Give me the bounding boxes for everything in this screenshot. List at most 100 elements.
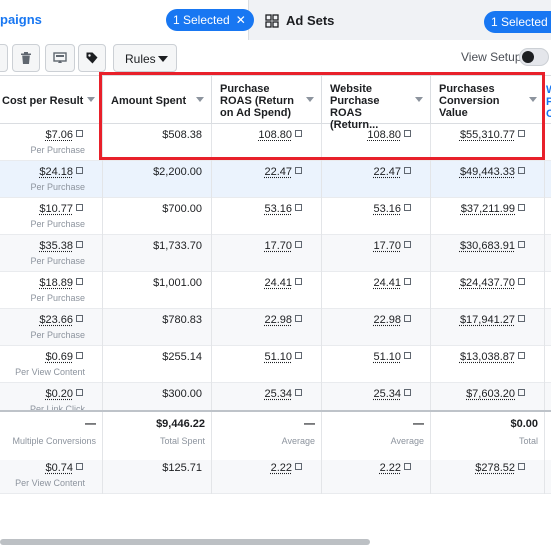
details-icon[interactable] — [518, 352, 525, 359]
cell-link-value[interactable]: $35.38 — [39, 240, 83, 252]
column-header-amount-spent[interactable]: Amount Spent — [103, 76, 212, 124]
table-row[interactable]: $18.89 Per Purchase $1,001.00 24.41 24.41 $24… — [0, 272, 551, 309]
table-row[interactable]: $10.77 Per Purchase $700.00 53.16 53.16 $37,2… — [0, 198, 551, 235]
cell-link-value[interactable]: 24.41 — [264, 277, 302, 289]
details-icon[interactable] — [404, 463, 411, 470]
table-row[interactable]: $23.66 Per Purchase $780.83 22.98 22.98 $17,9… — [0, 309, 551, 346]
details-icon[interactable] — [404, 204, 411, 211]
details-icon[interactable] — [518, 278, 525, 285]
table-row[interactable]: $24.18 Per Purchase $2,200.00 22.47 22.47 $49… — [0, 161, 551, 198]
column-header-cost-per-result[interactable]: Cost per Result — [0, 76, 103, 124]
cell-link-value[interactable]: $23.66 — [39, 314, 83, 326]
column-header-purchase-roas[interactable]: Purchase ROAS (Return on Ad Spend) — [212, 76, 322, 124]
details-icon[interactable] — [76, 204, 83, 211]
tab-adsets[interactable]: Ad Sets 1 Selected✕ — [255, 0, 551, 40]
details-icon[interactable] — [295, 130, 302, 137]
details-icon[interactable] — [295, 352, 302, 359]
details-icon[interactable] — [518, 241, 525, 248]
column-header-purchases-conversion-value[interactable]: Purchases Conversion Value — [431, 76, 545, 124]
preview-button[interactable] — [45, 44, 75, 72]
cell-link-value[interactable]: $30,683.91 — [460, 240, 525, 252]
details-icon[interactable] — [404, 389, 411, 396]
details-icon[interactable] — [518, 463, 525, 470]
cell-link-value[interactable]: $7,603.20 — [466, 388, 525, 400]
details-icon[interactable] — [404, 352, 411, 359]
details-icon[interactable] — [295, 204, 302, 211]
details-icon[interactable] — [518, 315, 525, 322]
details-icon[interactable] — [76, 241, 83, 248]
adsets-selected-pill[interactable]: 1 Selected✕ — [484, 11, 551, 33]
details-icon[interactable] — [295, 389, 302, 396]
cell-link-value[interactable]: $10.77 — [39, 203, 83, 215]
cell-link-value[interactable]: 17.70 — [373, 240, 411, 252]
details-icon[interactable] — [404, 167, 411, 174]
cell-link-value[interactable]: 22.98 — [373, 314, 411, 326]
details-icon[interactable] — [76, 278, 83, 285]
cell-link-value[interactable]: 53.16 — [373, 203, 411, 215]
sort-caret-icon[interactable] — [529, 97, 537, 102]
details-icon[interactable] — [404, 241, 411, 248]
cell-link-value[interactable]: 24.41 — [373, 277, 411, 289]
table-row[interactable]: $7.06 Per Purchase $508.38 108.80 108.80 $55,… — [0, 124, 551, 161]
cell-link-value[interactable]: 25.34 — [373, 388, 411, 400]
cell-link-value[interactable]: 108.80 — [367, 129, 411, 141]
details-icon[interactable] — [404, 278, 411, 285]
cell-link-value[interactable]: 22.47 — [264, 166, 302, 178]
details-icon[interactable] — [76, 167, 83, 174]
cell-link-value[interactable]: $0.74 — [45, 462, 83, 474]
cell-link-value[interactable]: 51.10 — [373, 351, 411, 363]
cell-link-value[interactable]: $7.06 — [45, 129, 83, 141]
table-row[interactable]: $0.69 Per View Content $255.14 51.10 51.10 $1… — [0, 346, 551, 383]
cell-link-value[interactable]: 17.70 — [264, 240, 302, 252]
details-icon[interactable] — [518, 167, 525, 174]
horizontal-scrollbar[interactable] — [0, 539, 551, 545]
cell-link-value[interactable]: $24,437.70 — [460, 277, 525, 289]
details-icon[interactable] — [404, 315, 411, 322]
details-icon[interactable] — [76, 130, 83, 137]
cell-link-value[interactable]: 22.47 — [373, 166, 411, 178]
cell-link-value[interactable]: 25.34 — [264, 388, 302, 400]
sort-caret-icon[interactable] — [196, 97, 204, 102]
sort-caret-icon[interactable] — [87, 97, 95, 102]
clear-selection-icon[interactable]: ✕ — [236, 13, 246, 27]
cell-link-value[interactable]: $55,310.77 — [460, 129, 525, 141]
cell-link-value[interactable]: 108.80 — [258, 129, 302, 141]
cell-link-value[interactable]: $13,038.87 — [460, 351, 525, 363]
cell-link-value[interactable]: $18.89 — [39, 277, 83, 289]
details-icon[interactable] — [295, 278, 302, 285]
details-icon[interactable] — [404, 130, 411, 137]
details-icon[interactable] — [295, 463, 302, 470]
details-icon[interactable] — [76, 315, 83, 322]
cell-link-value[interactable]: 2.22 — [271, 462, 302, 474]
cell-link-value[interactable]: 53.16 — [264, 203, 302, 215]
column-header-website-purchase-roas[interactable]: Website Purchase ROAS (Return... — [322, 76, 431, 124]
rules-dropdown[interactable]: Rules — [113, 44, 177, 72]
details-icon[interactable] — [295, 167, 302, 174]
cell-link-value[interactable]: $37,211.99 — [461, 203, 525, 215]
cell-link-value[interactable]: 22.98 — [264, 314, 302, 326]
details-icon[interactable] — [518, 130, 525, 137]
details-icon[interactable] — [518, 204, 525, 211]
scrollbar-thumb[interactable] — [0, 539, 370, 545]
view-setup-toggle[interactable] — [519, 48, 549, 66]
tag-button[interactable] — [78, 44, 106, 72]
cell-link-value[interactable]: $278.52 — [475, 462, 525, 474]
sort-caret-icon[interactable] — [306, 97, 314, 102]
tab-campaigns[interactable]: paigns 1 Selected ✕ — [0, 0, 249, 41]
table-row[interactable]: $35.38 Per Purchase $1,733.70 17.70 17.70 $30… — [0, 235, 551, 272]
campaigns-selected-pill[interactable]: 1 Selected ✕ — [166, 9, 254, 31]
cell-link-value[interactable]: $24.18 — [39, 166, 83, 178]
table-row[interactable]: $0.74 Per View Content $125.71 2.22 2.22 $278… — [0, 457, 551, 494]
cell-link-value[interactable]: $0.20 — [45, 388, 83, 400]
details-icon[interactable] — [518, 389, 525, 396]
details-icon[interactable] — [76, 389, 83, 396]
cell-link-value[interactable]: $17,941.27 — [460, 314, 525, 326]
cell-link-value[interactable]: $0.69 — [45, 351, 83, 363]
details-icon[interactable] — [295, 241, 302, 248]
sort-caret-icon[interactable] — [415, 97, 423, 102]
details-icon[interactable] — [76, 352, 83, 359]
cell-link-value[interactable]: $49,443.33 — [460, 166, 525, 178]
details-icon[interactable] — [76, 463, 83, 470]
delete-button[interactable] — [12, 44, 40, 72]
toolbar-button-partial[interactable] — [0, 44, 8, 72]
